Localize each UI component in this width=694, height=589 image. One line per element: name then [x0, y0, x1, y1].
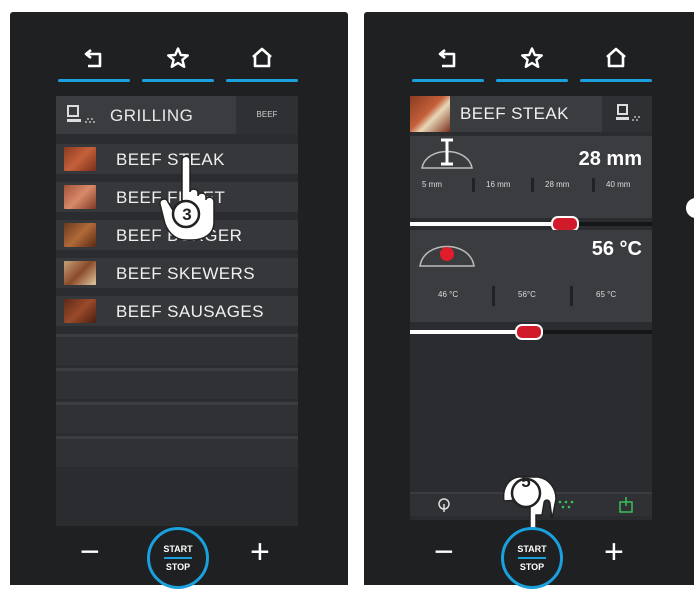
plus-button[interactable]: + — [250, 535, 270, 569]
minus-button[interactable]: − — [80, 535, 100, 569]
step-number: 5 — [521, 472, 531, 491]
food-thumbnail — [410, 96, 450, 132]
bottom-controls: − START STOP + — [10, 527, 348, 589]
export-icon[interactable] — [606, 496, 646, 514]
empty-list-row — [56, 368, 298, 399]
temperature-scale: 46 °C 56°C 65 °C — [410, 286, 652, 308]
back-icon — [84, 48, 102, 68]
back-button[interactable] — [58, 42, 130, 82]
top-navigation — [10, 42, 348, 92]
favorites-button[interactable] — [496, 42, 568, 82]
favorite-star-icon — [167, 47, 189, 68]
home-icon — [606, 47, 626, 68]
scale-tick: 46 °C — [438, 290, 459, 299]
core-temperature-value: 56 °C — [591, 238, 642, 260]
slider-fill — [410, 222, 565, 226]
left-device-panel: GRILLING BEEF BEEF STEAK BEEF FILLET BEE… — [10, 12, 348, 589]
slider-fill — [410, 330, 529, 334]
thickness-slider-track[interactable] — [410, 222, 652, 226]
category-label: GRILLING — [110, 106, 194, 125]
empty-list-row — [56, 436, 298, 467]
thickness-scale: 5 mm 16 mm 28 mm 40 mm — [410, 178, 652, 198]
back-icon — [438, 48, 456, 68]
empty-list-row — [56, 402, 298, 433]
start-stop-button[interactable]: START STOP — [501, 527, 563, 589]
food-thumbnail — [64, 299, 96, 323]
stop-label: STOP — [519, 562, 545, 572]
scale-tick: 65 °C — [596, 290, 617, 299]
back-button[interactable] — [412, 42, 484, 82]
list-item-label: BEEF SKEWERS — [116, 264, 255, 283]
recipe-title: BEEF STEAK — [460, 104, 569, 123]
scale-tick: 5 mm — [422, 180, 442, 189]
recipe-settings-screen: BEEF STEAK 28 mm 5 mm 16 mm 28 mm 40 mm … — [410, 96, 652, 520]
temperature-slider-thumb[interactable] — [515, 324, 543, 340]
food-thumbnail — [64, 147, 96, 171]
right-device-panel: BEEF STEAK 28 mm 5 mm 16 mm 28 mm 40 mm … — [364, 12, 694, 589]
home-icon — [252, 47, 272, 68]
grill-icon — [616, 104, 640, 121]
food-thumbnail — [64, 223, 96, 247]
probe-icon[interactable] — [424, 496, 464, 514]
core-temperature-setting: 56 °C 46 °C 56°C 65 °C — [410, 230, 652, 322]
core-probe-icon — [419, 245, 475, 267]
start-label: START — [163, 544, 193, 554]
thickness-setting: 28 mm 5 mm 16 mm 28 mm 40 mm — [410, 136, 652, 218]
start-stop-button[interactable]: START STOP — [147, 527, 209, 589]
food-thumbnail — [64, 261, 96, 285]
scale-tick: 16 mm — [486, 180, 511, 189]
scale-tick: 28 mm — [545, 180, 570, 189]
list-item[interactable]: BEEF SKEWERS — [56, 258, 298, 288]
thickness-value: 28 mm — [578, 148, 642, 170]
scale-tick: 40 mm — [606, 180, 631, 189]
list-item-label: BEEF SAUSAGES — [116, 302, 264, 321]
grill-mode-button[interactable] — [602, 96, 652, 132]
list-item[interactable]: BEEF SAUSAGES — [56, 296, 298, 326]
grill-icon — [67, 105, 95, 123]
home-button[interactable] — [580, 42, 652, 82]
top-navigation — [364, 42, 694, 92]
scale-tick: 56°C — [518, 290, 536, 299]
favorite-star-icon — [521, 47, 543, 68]
stop-label: STOP — [165, 562, 191, 572]
minus-button[interactable]: − — [434, 535, 454, 569]
home-button[interactable] — [226, 42, 298, 82]
thickness-icon — [421, 138, 473, 169]
recipe-header: BEEF STEAK — [410, 96, 652, 132]
favorites-button[interactable] — [142, 42, 214, 82]
start-label: START — [517, 544, 547, 554]
step-number: 3 — [182, 205, 192, 224]
tap-hand-icon — [159, 155, 215, 241]
category-header: GRILLING BEEF — [56, 96, 298, 134]
bottom-controls: − START STOP + — [364, 527, 694, 589]
food-thumbnail — [64, 185, 96, 209]
category-badge[interactable]: BEEF — [236, 96, 298, 134]
plus-button[interactable]: + — [604, 535, 624, 569]
empty-list-row — [56, 334, 298, 365]
